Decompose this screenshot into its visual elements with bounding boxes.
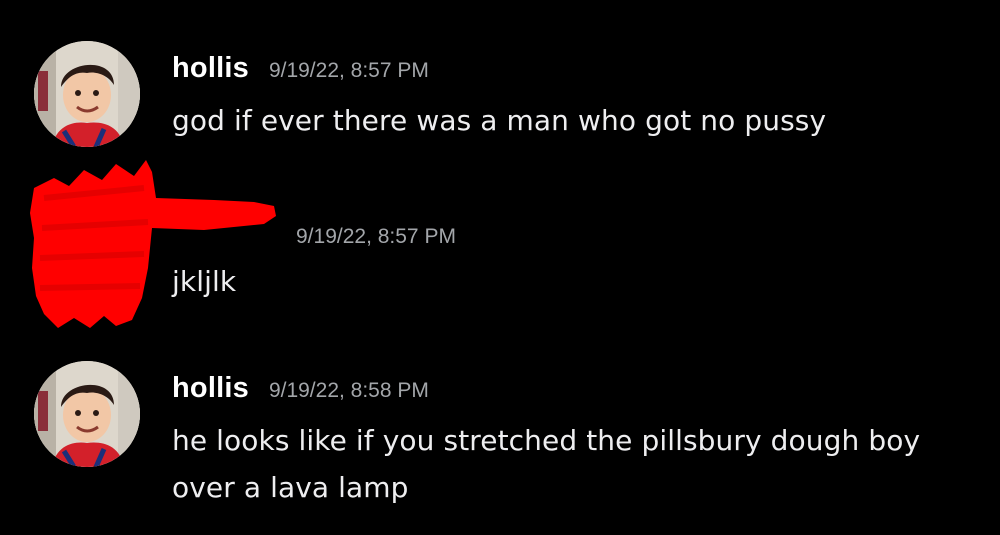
message-text: god if ever there was a man who got no p… <box>172 104 827 137</box>
timestamp: 9/19/22, 8:58 PM <box>268 379 429 402</box>
username[interactable]: hollis <box>172 52 249 84</box>
avatar[interactable] <box>34 361 140 467</box>
username[interactable]: hollis <box>172 372 249 404</box>
red-scribble-redaction <box>30 160 276 328</box>
message-header: hollis 9/19/22, 8:57 PM <box>172 52 429 85</box>
timestamp: 9/19/22, 8:57 PM <box>268 59 429 82</box>
message-text: he looks like if you stretched the pills… <box>172 424 921 504</box>
avatar[interactable] <box>34 41 140 147</box>
avatar-photo-child-icon <box>34 361 140 467</box>
avatar-photo-child-icon <box>34 41 140 147</box>
message-header: hollis 9/19/22, 8:58 PM <box>172 372 429 405</box>
timestamp: 9/19/22, 8:57 PM <box>296 225 456 248</box>
message-header: 9/19/22, 8:57 PM <box>296 218 456 251</box>
message-text: jkljlk <box>172 265 237 298</box>
redaction-scribble <box>24 158 294 333</box>
